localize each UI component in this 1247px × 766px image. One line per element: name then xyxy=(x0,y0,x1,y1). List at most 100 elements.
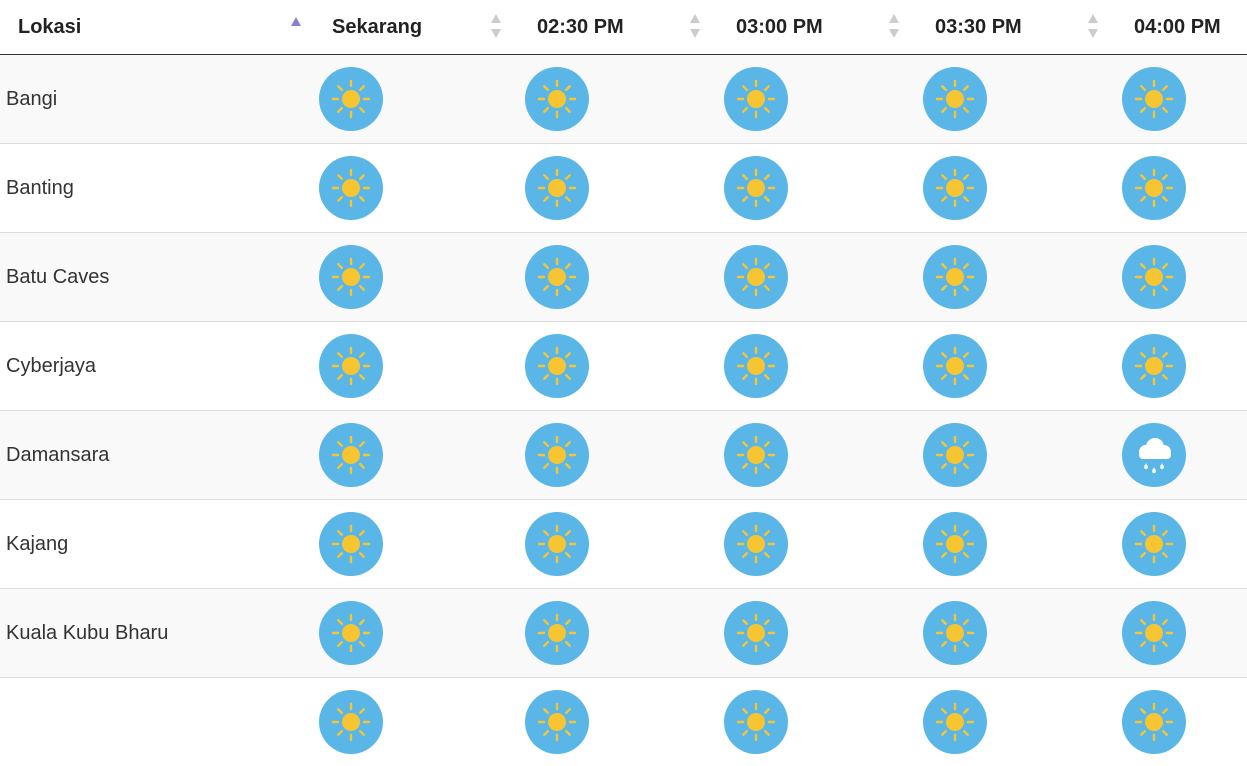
column-header-label: 02:30 PM xyxy=(537,16,624,38)
location-cell: Damansara xyxy=(0,411,311,500)
column-header-label: 03:00 PM xyxy=(736,16,823,38)
location-cell: Banting xyxy=(0,144,311,233)
table-row: Batu Caves xyxy=(0,233,1247,322)
sort-ascending-icon xyxy=(290,11,302,23)
sun-icon xyxy=(525,423,589,487)
forecast-cell xyxy=(311,500,496,589)
forecast-cell xyxy=(695,411,894,500)
column-header-label: 04:00 PM xyxy=(1134,16,1221,38)
forecast-cell xyxy=(695,144,894,233)
sun-icon xyxy=(923,334,987,398)
table-row: Bangi xyxy=(0,55,1247,144)
location-name: Batu Caves xyxy=(6,266,109,288)
sun-icon xyxy=(319,423,383,487)
sun-icon xyxy=(1122,67,1186,131)
forecast-cell xyxy=(894,322,1093,411)
sun-icon xyxy=(923,245,987,309)
column-header-sekarang[interactable]: Sekarang xyxy=(311,0,496,55)
sun-icon xyxy=(525,67,589,131)
column-header-lokasi[interactable]: Lokasi xyxy=(0,0,311,55)
location-cell: Cyberjaya xyxy=(0,322,311,411)
forecast-cell xyxy=(311,678,496,766)
forecast-cell xyxy=(1093,55,1247,144)
sun-icon xyxy=(1122,601,1186,665)
forecast-cell xyxy=(496,144,695,233)
sun-icon xyxy=(1122,334,1186,398)
sun-icon xyxy=(724,334,788,398)
forecast-cell xyxy=(1093,500,1247,589)
forecast-cell xyxy=(311,589,496,678)
sun-icon xyxy=(319,601,383,665)
forecast-cell xyxy=(496,678,695,766)
location-name: Cyberjaya xyxy=(6,355,96,377)
table-row: Kuala Kubu Bharu xyxy=(0,589,1247,678)
forecast-cell xyxy=(496,411,695,500)
column-header-0400[interactable]: 04:00 PM xyxy=(1093,0,1247,55)
table-row xyxy=(0,678,1247,766)
sun-icon xyxy=(724,601,788,665)
forecast-cell xyxy=(311,55,496,144)
location-cell: Bangi xyxy=(0,55,311,144)
table-row: Damansara xyxy=(0,411,1247,500)
column-header-label: Sekarang xyxy=(332,16,422,38)
forecast-cell xyxy=(496,233,695,322)
header-row: Lokasi Sekarang 02:30 PM 03:00 PM 03:30 … xyxy=(0,0,1247,55)
forecast-cell xyxy=(695,589,894,678)
sun-icon xyxy=(923,67,987,131)
sun-icon xyxy=(724,245,788,309)
sun-icon xyxy=(525,601,589,665)
forecast-cell xyxy=(496,55,695,144)
sun-icon xyxy=(923,601,987,665)
location-cell xyxy=(0,678,311,766)
sun-icon xyxy=(319,156,383,220)
forecast-cell xyxy=(894,55,1093,144)
table-row: Kajang xyxy=(0,500,1247,589)
location-cell: Batu Caves xyxy=(0,233,311,322)
forecast-cell xyxy=(1093,678,1247,766)
forecast-cell xyxy=(496,589,695,678)
forecast-cell xyxy=(1093,144,1247,233)
forecast-cell xyxy=(894,233,1093,322)
sun-icon xyxy=(724,423,788,487)
forecast-cell xyxy=(894,678,1093,766)
column-header-0230[interactable]: 02:30 PM xyxy=(496,0,695,55)
forecast-cell xyxy=(311,144,496,233)
forecast-cell xyxy=(695,233,894,322)
sun-icon xyxy=(1122,156,1186,220)
location-cell: Kajang xyxy=(0,500,311,589)
forecast-cell xyxy=(496,500,695,589)
forecast-cell xyxy=(1093,589,1247,678)
sun-icon xyxy=(525,245,589,309)
column-header-0330[interactable]: 03:30 PM xyxy=(894,0,1093,55)
forecast-cell xyxy=(1093,411,1247,500)
column-header-0300[interactable]: 03:00 PM xyxy=(695,0,894,55)
sun-icon xyxy=(1122,245,1186,309)
location-name: Bangi xyxy=(6,88,57,110)
sun-icon xyxy=(724,156,788,220)
sun-icon xyxy=(319,245,383,309)
forecast-table: Lokasi Sekarang 02:30 PM 03:00 PM 03:30 … xyxy=(0,0,1247,766)
sun-icon xyxy=(525,334,589,398)
forecast-cell xyxy=(695,55,894,144)
forecast-cell xyxy=(496,322,695,411)
forecast-cell xyxy=(695,678,894,766)
forecast-cell xyxy=(311,411,496,500)
sun-icon xyxy=(923,156,987,220)
column-header-label: 03:30 PM xyxy=(935,16,1022,38)
sun-icon xyxy=(1122,512,1186,576)
sun-icon xyxy=(525,156,589,220)
sun-icon xyxy=(319,334,383,398)
location-name: Kajang xyxy=(6,533,68,555)
forecast-cell xyxy=(894,411,1093,500)
forecast-cell xyxy=(695,322,894,411)
sun-icon xyxy=(319,67,383,131)
location-name: Kuala Kubu Bharu xyxy=(6,622,168,644)
location-cell: Kuala Kubu Bharu xyxy=(0,589,311,678)
forecast-cell xyxy=(311,233,496,322)
location-name: Banting xyxy=(6,177,74,199)
sun-icon xyxy=(525,512,589,576)
forecast-cell xyxy=(1093,322,1247,411)
forecast-cell xyxy=(894,500,1093,589)
sun-icon xyxy=(923,423,987,487)
forecast-cell xyxy=(894,589,1093,678)
